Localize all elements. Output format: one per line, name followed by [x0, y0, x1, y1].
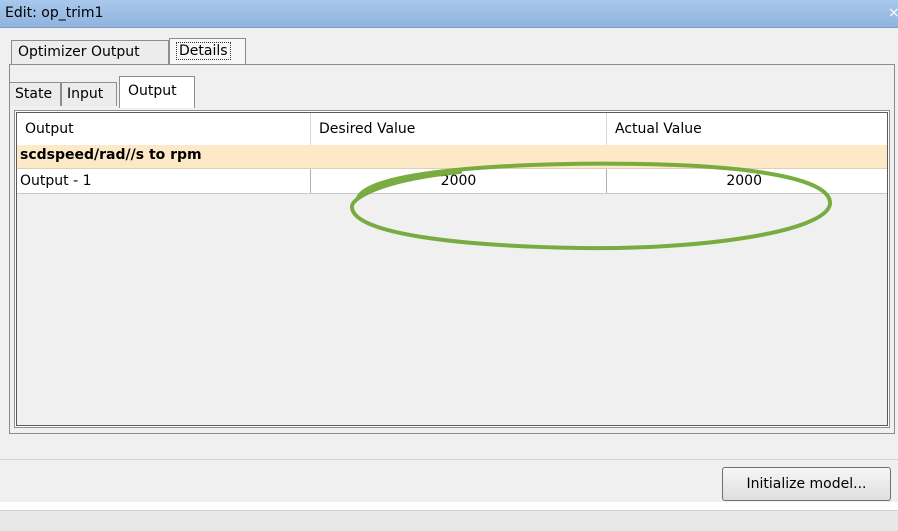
- column-header-actual-value[interactable]: Actual Value: [607, 113, 887, 145]
- tab-output[interactable]: Output: [119, 76, 195, 108]
- window-title: Edit: op_trim1: [5, 5, 104, 21]
- bottom-separator: [0, 459, 898, 460]
- tab-details-label: Details: [176, 42, 231, 60]
- column-header-desired-value[interactable]: Desired Value: [311, 113, 607, 145]
- tab-optimizer-output-label: Optimizer Output: [18, 44, 140, 60]
- tab-input-label: Input: [67, 86, 104, 102]
- initialize-model-button[interactable]: Initialize model...: [722, 467, 891, 501]
- tab-input[interactable]: Input: [61, 82, 117, 106]
- tab-optimizer-output[interactable]: Optimizer Output: [11, 40, 169, 64]
- table-row[interactable]: Output - 1 2000 2000: [17, 169, 887, 194]
- table-header: Output Desired Value Actual Value: [17, 113, 887, 146]
- tab-details[interactable]: Details: [169, 38, 246, 64]
- tab-state[interactable]: State: [9, 82, 61, 106]
- cell-actual-value: 2000: [726, 173, 762, 189]
- title-bar: Edit: op_trim1 ×: [0, 0, 898, 28]
- close-icon[interactable]: ×: [888, 4, 898, 22]
- status-strip: [0, 510, 898, 531]
- window-body: Optimizer Output Details State Input Out…: [0, 28, 898, 531]
- table-group-row: scdspeed/rad//s to rpm: [17, 145, 887, 169]
- cell-desired-value[interactable]: 2000: [311, 169, 607, 193]
- output-table: Output Desired Value Actual Value scdspe…: [16, 112, 888, 426]
- tab-output-label: Output: [128, 83, 177, 99]
- group-label: scdspeed/rad//s to rpm: [20, 147, 202, 163]
- tab-state-label: State: [15, 86, 53, 102]
- output-panel: Output Desired Value Actual Value scdspe…: [14, 110, 890, 428]
- cell-output-name[interactable]: Output - 1: [17, 169, 311, 193]
- column-header-output[interactable]: Output: [17, 113, 311, 145]
